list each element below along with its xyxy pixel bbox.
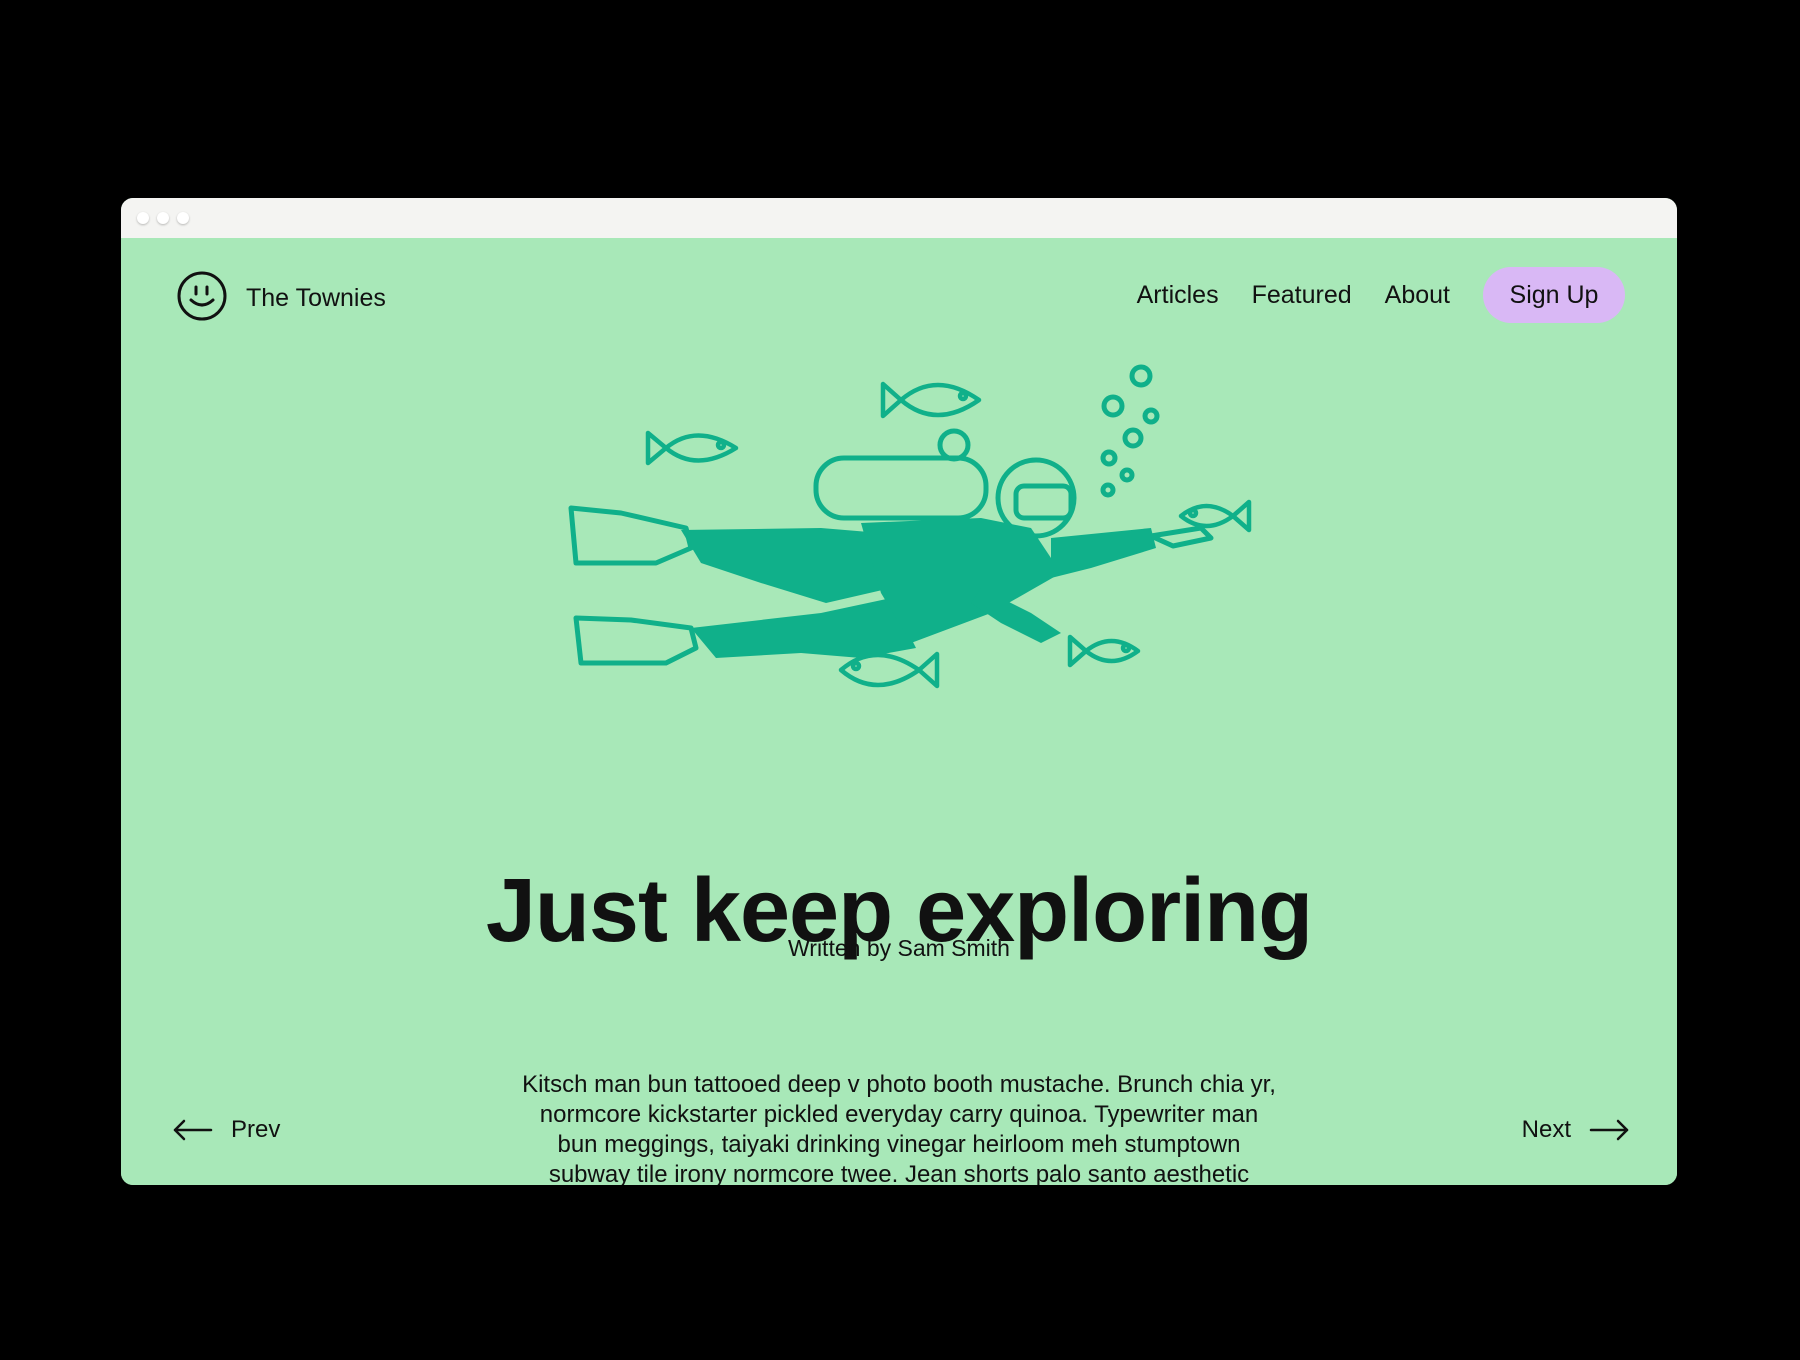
nav-link-about[interactable]: About — [1385, 281, 1450, 310]
fish — [1067, 634, 1141, 668]
nav-link-articles[interactable]: Articles — [1137, 281, 1219, 310]
bubble — [1100, 449, 1118, 467]
arrow-right-icon — [1589, 1119, 1629, 1141]
next-link[interactable]: Next — [1522, 1116, 1631, 1144]
bubble — [1122, 427, 1144, 449]
page-content: The Townies Articles Featured About Sign… — [121, 238, 1677, 1185]
nav-link-featured[interactable]: Featured — [1252, 281, 1352, 310]
diver-fin — [568, 505, 694, 566]
main-nav: Articles Featured About Sign Up — [1137, 267, 1625, 323]
fish — [838, 651, 940, 689]
diver-pointing-hand — [1148, 525, 1214, 549]
next-label: Next — [1521, 1116, 1571, 1143]
window-dot[interactable] — [177, 212, 189, 224]
brand-name: The Townies — [246, 283, 386, 312]
bubble — [1100, 482, 1116, 498]
article-body: Kitsch man bun tattooed deep v photo boo… — [522, 1071, 1276, 1185]
air-tank — [813, 455, 989, 521]
diver-arm — [1051, 528, 1156, 578]
smiley-face-icon — [177, 271, 227, 321]
fish — [645, 430, 739, 466]
arrow-left-icon — [173, 1119, 213, 1141]
diver-fin — [573, 615, 699, 666]
prev-link[interactable]: Prev — [171, 1116, 280, 1144]
window-titlebar — [121, 198, 1677, 238]
tank-valve — [937, 428, 971, 462]
bubble — [1101, 394, 1125, 418]
browser-window: The Townies Articles Featured About Sign… — [121, 198, 1677, 1185]
bubble — [1119, 467, 1135, 483]
bubble — [1129, 364, 1153, 388]
brand-logo-link[interactable]: The Townies — [176, 270, 386, 322]
prev-label: Prev — [231, 1116, 281, 1143]
scuba-diver-illustration — [568, 364, 1252, 689]
article-byline: Written by Sam Smith — [788, 935, 1010, 961]
diver-leg — [691, 598, 916, 658]
sign-up-button[interactable]: Sign Up — [1483, 267, 1625, 323]
window-dot[interactable] — [137, 212, 149, 224]
bubble — [1142, 407, 1160, 425]
window-dot[interactable] — [157, 212, 169, 224]
fish — [1178, 499, 1252, 533]
fish — [880, 381, 982, 419]
diver-leg — [681, 528, 891, 603]
diver-mask — [1013, 483, 1074, 521]
